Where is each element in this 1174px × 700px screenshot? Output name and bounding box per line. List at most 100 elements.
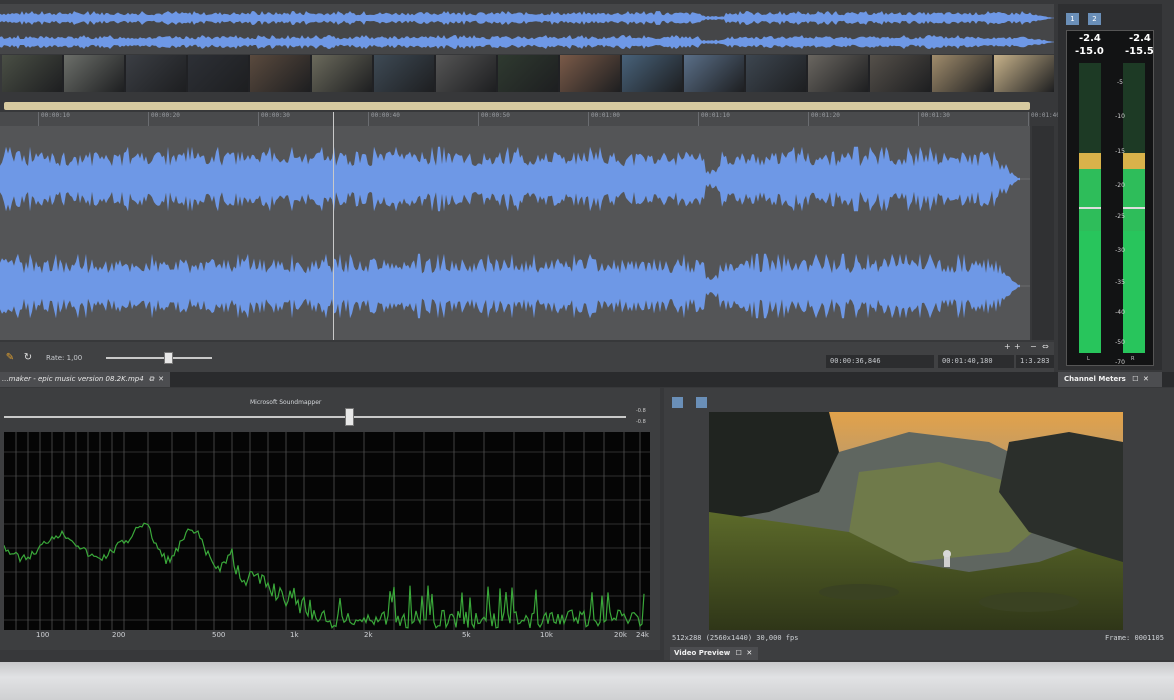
meter-channel-2-button[interactable]: 2 <box>1088 13 1101 25</box>
waveform-channel <box>0 253 1020 319</box>
preview-frame-number: Frame: 0001105 <box>1104 634 1164 642</box>
meter-scale-label: -5 <box>1117 79 1123 86</box>
zoom-out-button[interactable]: − <box>1030 342 1037 351</box>
left-meter-peak-segment <box>1079 153 1101 169</box>
video-thumbnail[interactable] <box>932 55 992 92</box>
meter-scale-label: -50 <box>1115 339 1125 346</box>
waveform-channel <box>0 146 1020 212</box>
overview-waveform[interactable] <box>0 4 1054 54</box>
float-window-icon[interactable]: ☐ <box>736 649 742 657</box>
video-thumbnail[interactable] <box>188 55 248 92</box>
right-channel-label: R <box>1131 356 1135 362</box>
frequency-label: 20k <box>614 631 627 639</box>
left-peak-hold <box>1079 207 1101 209</box>
right-meter-level <box>1123 231 1145 353</box>
video-thumbnail[interactable] <box>684 55 744 92</box>
frequency-label: 2k <box>364 631 373 639</box>
video-thumbnail[interactable] <box>250 55 310 92</box>
meter-scale-label: -10 <box>1115 113 1125 120</box>
frequency-label: 24k <box>636 631 649 639</box>
playhead-cursor[interactable] <box>333 112 334 340</box>
volume-db-bottom: -0.8 <box>636 419 646 425</box>
video-thumbnail[interactable] <box>808 55 868 92</box>
ruler-tick: 00:00:30 <box>258 112 290 126</box>
frequency-label: 100 <box>36 631 50 639</box>
channel-meters-tab[interactable]: Channel Meters ☐ ✕ <box>1058 372 1162 387</box>
right-peak-hold <box>1123 207 1145 209</box>
float-window-icon[interactable]: ⧉ <box>149 375 154 383</box>
video-preview-tab[interactable]: Video Preview ☐ ✕ <box>670 647 758 660</box>
main-waveform-area[interactable] <box>0 126 1030 340</box>
audio-editor-window: 00:00:10 00:00:20 00:00:30 00:00:40 00:00:50… <box>0 0 1174 700</box>
channel-meters-panel: 1 2 -2.4 -2.4 -15.0 -15.5 -5 -10 -15 -20 -25… <box>1058 4 1162 370</box>
ruler-tick: 00:00:20 <box>148 112 180 126</box>
float-window-icon[interactable]: ☐ <box>1132 375 1138 383</box>
video-thumbnail[interactable] <box>126 55 186 92</box>
output-device-label: Microsoft Soundmapper <box>250 399 322 406</box>
video-thumbnail[interactable] <box>622 55 682 92</box>
monitor-bezel <box>0 662 1174 700</box>
video-thumbnail[interactable] <box>994 55 1054 92</box>
preview-options-icon[interactable] <box>672 397 683 408</box>
video-thumbnail[interactable] <box>64 55 124 92</box>
video-thumbnail[interactable] <box>870 55 930 92</box>
landscape-video-image <box>709 412 1123 630</box>
video-thumbnail[interactable] <box>746 55 806 92</box>
zoom-in-button[interactable]: + <box>1004 342 1011 351</box>
ruler-tick: 00:00:40 <box>368 112 400 126</box>
timeline-ruler[interactable]: 00:00:10 00:00:20 00:00:30 00:00:40 00:00:50… <box>0 112 1060 126</box>
preview-split-icon[interactable] <box>696 397 707 408</box>
overview-waveform-graphic <box>0 11 1054 49</box>
meter-channel-1-button[interactable]: 1 <box>1066 13 1079 25</box>
meter-display: -2.4 -2.4 -15.0 -15.5 -5 -10 -15 -20 -25 -30 -… <box>1066 30 1154 366</box>
loop-icon[interactable]: ↻ <box>22 352 34 364</box>
video-thumbnail-strip[interactable] <box>2 55 1054 92</box>
meter-scale-label: -30 <box>1115 247 1125 254</box>
frequency-label: 200 <box>112 631 126 639</box>
zoom-in-vertical-button[interactable]: + <box>1014 342 1021 351</box>
volume-slider-thumb[interactable] <box>345 408 354 426</box>
docking-tab-strip: ...maker - epic music version 08.2K.mp4 … <box>0 372 1174 387</box>
video-thumbnail[interactable] <box>436 55 496 92</box>
ruler-tick: 00:00:10 <box>38 112 70 126</box>
volume-slider-track[interactable] <box>4 416 626 418</box>
transport-bar: ✎ ↻ Rate: 1,00 + + − ⇔ 00:00:36,846 00:0… <box>0 342 1054 372</box>
length-time-display[interactable]: 00:01:40,180 <box>938 355 1014 368</box>
rate-slider-track[interactable] <box>106 357 212 359</box>
close-icon[interactable]: ✕ <box>746 649 752 657</box>
rate-slider-thumb[interactable] <box>164 352 173 364</box>
video-thumbnail[interactable] <box>2 55 62 92</box>
left-peak-readout: -2.4 <box>1079 33 1101 44</box>
meter-scale-label: -35 <box>1115 279 1125 286</box>
close-icon[interactable]: ✕ <box>158 375 164 383</box>
meter-scale-label: -25 <box>1115 213 1125 220</box>
video-frame[interactable] <box>709 412 1123 630</box>
meter-scale-label: -20 <box>1115 182 1125 189</box>
stereo-waveform <box>0 146 1030 319</box>
document-tab[interactable]: ...maker - epic music version 08.2K.mp4 … <box>0 372 171 387</box>
close-icon[interactable]: ✕ <box>1143 375 1149 383</box>
video-thumbnail[interactable] <box>560 55 620 92</box>
vertical-scrollbar[interactable] <box>1032 126 1054 340</box>
ruler-tick: 00:00:50 <box>478 112 510 126</box>
channel-meters-tab-label: Channel Meters <box>1064 375 1126 383</box>
frequency-label: 500 <box>212 631 226 639</box>
volume-db-top: -0.8 <box>636 408 646 414</box>
waveform-channel <box>0 35 1054 49</box>
video-thumbnail[interactable] <box>312 55 372 92</box>
document-tab-label: ...maker - epic music version 08.2K.mp4 <box>2 375 144 383</box>
zoom-fit-button[interactable]: ⇔ <box>1042 342 1049 351</box>
video-preview-panel: 512x288 (2560x1440) 30,000 fps Frame: 00… <box>664 388 1174 660</box>
cursor-time-display[interactable]: 00:00:36,846 <box>826 355 934 368</box>
pencil-icon[interactable]: ✎ <box>4 352 16 364</box>
selection-scrub-bar[interactable] <box>4 102 1030 110</box>
ruler-tick: 00:01:40 <box>1028 112 1060 126</box>
left-channel-label: L <box>1087 356 1090 362</box>
frequency-label: 10k <box>540 631 553 639</box>
video-thumbnail[interactable] <box>374 55 434 92</box>
spectrum-plot[interactable] <box>3 432 650 630</box>
left-level-readout: -15.0 <box>1075 46 1104 57</box>
right-level-readout: -15.5 <box>1125 46 1154 57</box>
video-thumbnail[interactable] <box>498 55 558 92</box>
spectrum-analyzer-panel: Microsoft Soundmapper -0.8 -0.8 100 200 50… <box>0 388 660 650</box>
